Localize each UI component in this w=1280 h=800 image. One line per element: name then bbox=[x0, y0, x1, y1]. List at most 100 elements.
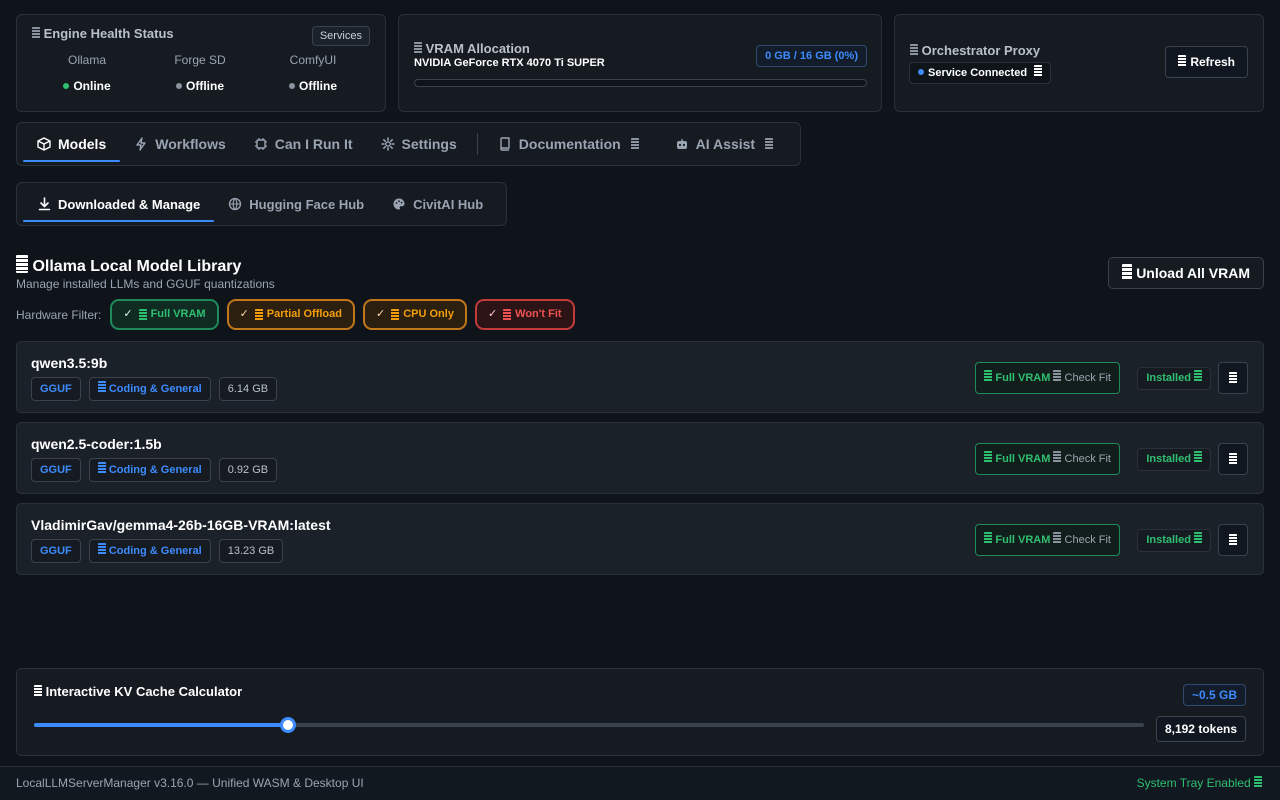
status-dot-icon bbox=[289, 83, 295, 89]
robot-icon bbox=[675, 137, 689, 151]
filter-chip-wont-fit[interactable]: ✓ Won't Fit bbox=[474, 299, 575, 330]
model-menu-button[interactable] bbox=[1218, 524, 1248, 556]
status-dot-icon bbox=[918, 69, 924, 75]
gpu-name: NVIDIA GeForce RTX 4070 Ti SUPER bbox=[414, 57, 605, 69]
model-row: VladimirGav/gemma4-26b-16GB-VRAM:latest … bbox=[16, 503, 1264, 575]
check-fit-icon bbox=[1053, 532, 1062, 544]
status-footer: LocalLLMServerManager v3.16.0 — Unified … bbox=[0, 766, 1280, 800]
menu-icon bbox=[1229, 453, 1237, 465]
vram-progress-bar bbox=[414, 79, 867, 87]
engine-ollama: Ollama Online bbox=[37, 53, 137, 93]
full-vram-icon bbox=[984, 370, 993, 382]
vram-title: VRAM Allocation bbox=[414, 41, 530, 56]
gear-icon bbox=[380, 137, 395, 151]
engine-status: Offline bbox=[150, 79, 250, 93]
engine-health-card: Engine Health Status Services Ollama Onl… bbox=[16, 14, 386, 112]
menu-icon bbox=[1229, 534, 1237, 546]
tab-documentation[interactable]: Documentation bbox=[484, 127, 653, 161]
fit-badge[interactable]: Full VRAM Check Fit bbox=[975, 443, 1120, 475]
calculator-icon bbox=[34, 685, 42, 697]
full-vram-icon bbox=[138, 308, 147, 321]
main-navigation: Models Workflows Can I Run It Settings D… bbox=[16, 122, 801, 166]
tab-civitai-hub[interactable]: CivitAI Hub bbox=[378, 187, 497, 221]
filter-chip-cpu-only[interactable]: ✓ CPU Only bbox=[362, 299, 467, 330]
status-dot-icon bbox=[63, 83, 70, 89]
tab-can-i-run-it[interactable]: Can I Run It bbox=[240, 127, 367, 161]
tab-workflows[interactable]: Workflows bbox=[120, 127, 240, 161]
tab-models[interactable]: Models bbox=[23, 127, 121, 162]
context-slider-handle[interactable] bbox=[280, 717, 297, 733]
installed-icon bbox=[1194, 451, 1202, 463]
model-row: qwen2.5-coder:1.5b GGUF Coding & General… bbox=[16, 422, 1264, 494]
orchestrator-proxy-card: Orchestrator Proxy Service Connected Ref… bbox=[894, 14, 1264, 112]
installed-badge: Installed bbox=[1137, 367, 1211, 390]
badge-icon bbox=[765, 138, 774, 150]
fit-badge[interactable]: Full VRAM Check Fit bbox=[975, 524, 1120, 556]
engine-comfyui: ComfyUI Offline bbox=[263, 53, 363, 93]
format-tag: GGUF bbox=[31, 539, 81, 563]
filter-chip-partial-offload[interactable]: ✓ Partial Offload bbox=[226, 299, 355, 330]
category-icon bbox=[97, 462, 106, 474]
tab-downloaded-manage[interactable]: Downloaded & Manage bbox=[23, 187, 215, 222]
sub-navigation: Downloaded & Manage Hugging Face Hub Civ… bbox=[16, 182, 507, 226]
refresh-button[interactable]: Refresh bbox=[1165, 46, 1248, 78]
tab-hugging-face-hub[interactable]: Hugging Face Hub bbox=[214, 187, 378, 221]
vram-usage-badge: 0 GB / 16 GB (0%) bbox=[756, 45, 867, 67]
vram-allocation-card: VRAM Allocation NVIDIA GeForce RTX 4070 … bbox=[398, 14, 882, 112]
nav-divider bbox=[476, 133, 478, 155]
globe-icon bbox=[228, 197, 242, 211]
installed-icon bbox=[1194, 370, 1202, 382]
category-tag: Coding & General bbox=[88, 458, 211, 482]
category-tag: Coding & General bbox=[88, 377, 211, 401]
check-fit-icon bbox=[1053, 370, 1062, 382]
size-tag: 0.92 GB bbox=[218, 458, 278, 482]
engine-name: Forge SD bbox=[174, 53, 226, 67]
proxy-title: Orchestrator Proxy bbox=[910, 43, 1040, 58]
bolt-icon bbox=[134, 137, 148, 151]
book-icon bbox=[498, 137, 512, 151]
model-row: qwen3.5:9b GGUF Coding & General 6.14 GB… bbox=[16, 341, 1264, 413]
model-name: VladimirGav/gemma4-26b-16GB-VRAM:latest bbox=[31, 517, 331, 533]
model-menu-button[interactable] bbox=[1218, 443, 1248, 475]
engine-status: Online bbox=[37, 79, 137, 93]
installed-badge: Installed bbox=[1137, 448, 1211, 471]
server-icon bbox=[32, 27, 40, 39]
tray-icon bbox=[1254, 776, 1262, 788]
app-version: LocalLLMServerManager v3.16.0 — Unified … bbox=[16, 776, 364, 790]
category-tag: Coding & General bbox=[88, 539, 211, 563]
installed-icon bbox=[1194, 532, 1202, 544]
engine-health-title: Engine Health Status bbox=[32, 26, 174, 41]
memory-icon bbox=[414, 42, 422, 54]
status-dot-icon bbox=[176, 83, 182, 89]
check-icon: ✓ bbox=[487, 308, 498, 320]
palette-icon bbox=[392, 197, 406, 211]
context-slider-track[interactable] bbox=[34, 723, 1144, 727]
check-icon: ✓ bbox=[375, 308, 386, 320]
filter-label: Hardware Filter: bbox=[16, 307, 102, 322]
library-icon bbox=[16, 255, 28, 273]
fit-badge[interactable]: Full VRAM Check Fit bbox=[975, 362, 1120, 394]
engine-forge-sd: Forge SD Offline bbox=[150, 53, 250, 93]
tab-settings[interactable]: Settings bbox=[367, 127, 471, 161]
model-name: qwen2.5-coder:1.5b bbox=[31, 436, 162, 452]
wont-fit-icon bbox=[503, 308, 512, 321]
tab-ai-assist[interactable]: AI Assist bbox=[661, 127, 787, 161]
chip-icon bbox=[254, 137, 268, 151]
model-menu-button[interactable] bbox=[1218, 362, 1248, 394]
engine-status: Offline bbox=[263, 79, 363, 93]
cube-icon bbox=[37, 137, 51, 151]
filter-chip-full-vram[interactable]: ✓ Full VRAM bbox=[110, 299, 219, 330]
refresh-icon bbox=[1178, 55, 1187, 67]
check-icon: ✓ bbox=[123, 308, 133, 320]
link-icon bbox=[1034, 65, 1043, 77]
unload-all-vram-button[interactable]: Unload All VRAM bbox=[1108, 257, 1264, 289]
model-name: qwen3.5:9b bbox=[31, 355, 108, 371]
download-icon bbox=[37, 197, 51, 211]
check-fit-icon bbox=[1053, 451, 1062, 463]
full-vram-icon bbox=[984, 532, 993, 544]
badge-icon bbox=[630, 138, 639, 150]
token-count-field[interactable]: 8,192 tokens bbox=[1155, 716, 1246, 742]
kv-title: Interactive KV Cache Calculator bbox=[34, 684, 242, 699]
context-slider-fill bbox=[34, 723, 289, 727]
services-button[interactable]: Services bbox=[311, 26, 370, 46]
